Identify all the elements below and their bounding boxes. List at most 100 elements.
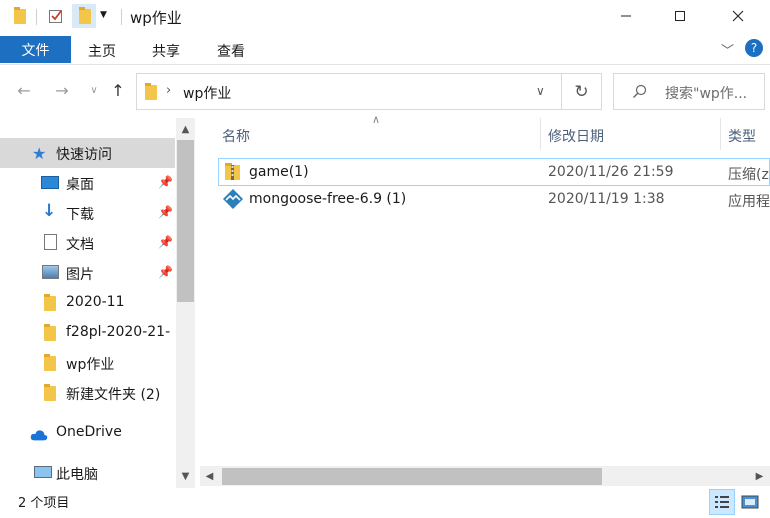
column-divider[interactable]: [540, 118, 541, 150]
nav-quick-access[interactable]: ★ 快速访问: [0, 138, 175, 168]
nav-item-folder-f28pl[interactable]: f28pl-2020-21-: [0, 318, 175, 348]
forward-button[interactable]: →: [52, 80, 72, 100]
title-separator: [121, 9, 122, 25]
folder-icon: [44, 294, 62, 311]
mongoose-app-icon: [223, 189, 243, 209]
nav-label: wp作业: [66, 357, 115, 373]
nav-label: 图片: [66, 267, 94, 283]
ribbon: 文件 主页 共享 查看 ﹀ ?: [0, 36, 770, 64]
nav-label: 快速访问: [56, 147, 112, 163]
nav-item-pictures[interactable]: 图片 📌: [0, 258, 175, 288]
file-name: mongoose-free-6.9 (1): [249, 191, 407, 207]
close-icon: [732, 10, 744, 22]
column-header-name[interactable]: 名称: [222, 126, 250, 152]
window-title: wp作业: [130, 9, 182, 27]
tab-share[interactable]: 共享: [152, 41, 180, 61]
scroll-up-button[interactable]: ▲: [176, 119, 195, 139]
content-scrollbar-thumb[interactable]: [222, 468, 602, 485]
sort-ascending-icon: ∧: [372, 113, 381, 126]
maximize-button[interactable]: [654, 0, 706, 32]
navigation-pane: ★ 快速访问 桌面 📌 ↓ 下载 📌 文档 📌 图片 📌 2020-11 f28…: [0, 118, 195, 488]
maximize-icon: [675, 11, 685, 21]
nav-this-pc[interactable]: 此电脑: [0, 458, 175, 488]
status-item-count: 2 个项目: [18, 496, 70, 511]
star-icon: ★: [32, 144, 47, 163]
close-button[interactable]: [712, 0, 764, 32]
ribbon-divider: [0, 64, 770, 65]
tab-file[interactable]: 文件: [0, 36, 71, 63]
minimize-icon: [621, 15, 631, 17]
nav-item-folder-2020-11[interactable]: 2020-11: [0, 288, 175, 318]
tab-home[interactable]: 主页: [88, 41, 116, 61]
file-row[interactable]: mongoose-free-6.9 (1) 2020/11/19 1:38 应用…: [218, 186, 770, 214]
scroll-down-button[interactable]: ▼: [176, 466, 195, 486]
nav-label: 此电脑: [56, 467, 98, 483]
large-icons-view-icon: [741, 495, 759, 509]
properties-icon[interactable]: [48, 8, 64, 24]
nav-scrollbar-thumb[interactable]: [177, 140, 194, 302]
refresh-button[interactable]: ↻: [562, 73, 602, 110]
nav-label: OneDrive: [56, 424, 122, 440]
nav-label: 新建文件夹 (2): [66, 387, 161, 403]
new-folder-icon[interactable]: [72, 4, 96, 28]
scroll-left-button[interactable]: ◀: [200, 466, 219, 486]
minimize-button[interactable]: [600, 0, 652, 32]
breadcrumb-chevron-icon: ›: [166, 83, 172, 98]
file-type: 应用程: [728, 194, 770, 210]
address-dropdown-icon[interactable]: ∨: [536, 84, 545, 98]
pin-icon[interactable]: 📌: [158, 175, 173, 189]
document-icon: [44, 234, 57, 250]
arrow-up-icon: ↑: [111, 80, 125, 100]
arrow-right-icon: →: [55, 80, 69, 100]
up-button[interactable]: ↑: [108, 80, 128, 100]
nav-label: 下载: [66, 207, 94, 223]
nav-onedrive[interactable]: OneDrive: [0, 418, 175, 448]
search-input[interactable]: 搜索"wp作...: [665, 83, 747, 103]
refresh-icon: ↻: [574, 81, 589, 102]
ribbon-expand-icon[interactable]: ﹀: [721, 40, 734, 59]
folder-icon: [44, 324, 62, 341]
nav-label: 2020-11: [66, 294, 125, 310]
chevron-down-icon: ∨: [90, 84, 98, 96]
column-header-type[interactable]: 类型: [728, 126, 756, 152]
tab-view[interactable]: 查看: [217, 41, 245, 61]
address-bar[interactable]: › wp作业 ∨: [136, 73, 562, 110]
nav-item-downloads[interactable]: ↓ 下载 📌: [0, 198, 175, 228]
file-modified: 2020/11/26 21:59: [548, 164, 674, 180]
pin-icon[interactable]: 📌: [158, 235, 173, 249]
nav-item-desktop[interactable]: 桌面 📌: [0, 168, 175, 198]
nav-label: 桌面: [66, 177, 94, 193]
breadcrumb-current[interactable]: wp作业: [183, 83, 231, 103]
nav-label: f28pl-2020-21-: [66, 324, 171, 340]
pin-icon[interactable]: 📌: [158, 205, 173, 219]
details-view-icon: [715, 496, 729, 508]
search-icon: [633, 84, 647, 98]
nav-item-folder-new[interactable]: 新建文件夹 (2): [0, 378, 175, 408]
file-modified: 2020/11/19 1:38: [548, 191, 665, 207]
file-row[interactable]: game(1) 2020/11/26 21:59 压缩(z: [218, 158, 770, 186]
search-box[interactable]: 搜索"wp作...: [613, 73, 765, 110]
chevron-down-icon[interactable]: ▼: [100, 10, 116, 26]
arrow-left-icon: ←: [17, 80, 31, 100]
file-type: 压缩(z: [728, 167, 769, 183]
folder-icon: [12, 7, 28, 24]
nav-item-folder-wp[interactable]: wp作业: [0, 348, 175, 378]
picture-icon: [42, 265, 59, 279]
folder-icon: [44, 354, 62, 371]
nav-item-documents[interactable]: 文档 📌: [0, 228, 175, 258]
column-divider[interactable]: [720, 118, 721, 150]
computer-icon: [34, 466, 52, 478]
details-view-button[interactable]: [709, 489, 735, 515]
large-icons-view-button[interactable]: [737, 489, 763, 515]
back-button[interactable]: ←: [14, 80, 34, 100]
download-icon: ↓: [42, 201, 57, 221]
zip-folder-icon: [225, 163, 240, 180]
column-header-modified[interactable]: 修改日期: [548, 126, 604, 152]
file-name: game(1): [249, 164, 309, 180]
nav-label: 文档: [66, 237, 94, 253]
folder-icon: [44, 384, 62, 401]
pin-icon[interactable]: 📌: [158, 265, 173, 279]
help-icon[interactable]: ?: [745, 39, 763, 57]
recent-locations-button[interactable]: ∨: [84, 80, 104, 100]
scroll-right-button[interactable]: ▶: [750, 466, 769, 486]
